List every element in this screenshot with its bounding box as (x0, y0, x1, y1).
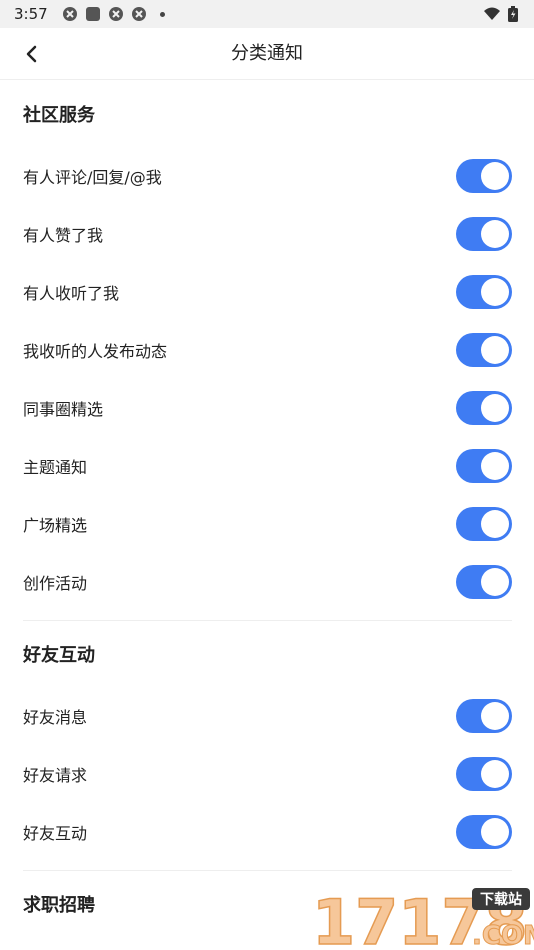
toggle-switch[interactable] (456, 699, 512, 733)
toggle-switch[interactable] (456, 333, 512, 367)
setting-label: 有人赞了我 (23, 226, 104, 245)
toggle-knob (481, 162, 509, 190)
setting-label: 有人评论/回复/@我 (23, 168, 162, 187)
app-bar: 分类通知 (0, 28, 534, 80)
toggle-switch[interactable] (456, 757, 512, 791)
setting-row: 好友消息 (0, 687, 534, 745)
setting-row: 有人评论/回复/@我 (0, 147, 534, 205)
toggle-knob (481, 568, 509, 596)
toggle-switch[interactable] (456, 507, 512, 541)
toggle-knob (481, 336, 509, 364)
status-icons-left (62, 6, 165, 22)
toggle-knob (481, 278, 509, 306)
toggle-switch[interactable] (456, 275, 512, 309)
setting-label: 广场精选 (23, 516, 88, 535)
toggle-switch[interactable] (456, 565, 512, 599)
toggle-knob (481, 760, 509, 788)
setting-row: 创作活动 (0, 553, 534, 611)
section-header-jobs: 求职招聘 (23, 895, 95, 916)
status-bar: 3:57 (0, 0, 534, 28)
section-header-community: 社区服务 (23, 105, 95, 126)
setting-row: 有人收听了我 (0, 263, 534, 321)
setting-label: 好友消息 (23, 708, 88, 727)
toggle-knob (481, 394, 509, 422)
setting-row: 我收听的人发布动态 (0, 321, 534, 379)
setting-row: 好友互动 (0, 803, 534, 861)
setting-label: 我收听的人发布动态 (23, 342, 168, 361)
setting-label: 有人收听了我 (23, 284, 120, 303)
toggle-switch[interactable] (456, 391, 512, 425)
setting-label: 主题通知 (23, 458, 88, 477)
toggle-switch[interactable] (456, 449, 512, 483)
status-icons-right (484, 6, 518, 22)
toggle-knob (481, 702, 509, 730)
notification-icon (62, 7, 77, 21)
setting-label: 好友互动 (23, 824, 88, 843)
toggle-knob (481, 452, 509, 480)
toggle-switch[interactable] (456, 159, 512, 193)
setting-row: 主题通知 (0, 437, 534, 495)
notification-icon (131, 7, 146, 21)
setting-row: 同事圈精选 (0, 379, 534, 437)
wifi-icon (484, 7, 500, 20)
status-time: 3:57 (14, 5, 48, 23)
setting-label: 同事圈精选 (23, 400, 104, 419)
toggle-knob (481, 510, 509, 538)
toggle-knob (481, 818, 509, 846)
app-icon (85, 7, 100, 21)
section-header-friends: 好友互动 (23, 645, 95, 666)
setting-row: 有人赞了我 (0, 205, 534, 263)
notification-icon (108, 7, 123, 21)
toggle-switch[interactable] (456, 815, 512, 849)
toggle-knob (481, 220, 509, 248)
setting-row: 广场精选 (0, 495, 534, 553)
page-title: 分类通知 (231, 43, 303, 64)
setting-label: 好友请求 (23, 766, 88, 785)
toggle-switch[interactable] (456, 217, 512, 251)
settings-list: 社区服务 有人评论/回复/@我 有人赞了我 有人收听了我 我收听的人发布动态 同… (0, 81, 534, 937)
setting-label: 创作活动 (23, 574, 88, 593)
setting-row: 好友请求 (0, 745, 534, 803)
battery-icon (508, 6, 518, 22)
more-notifications-dot (159, 11, 165, 17)
